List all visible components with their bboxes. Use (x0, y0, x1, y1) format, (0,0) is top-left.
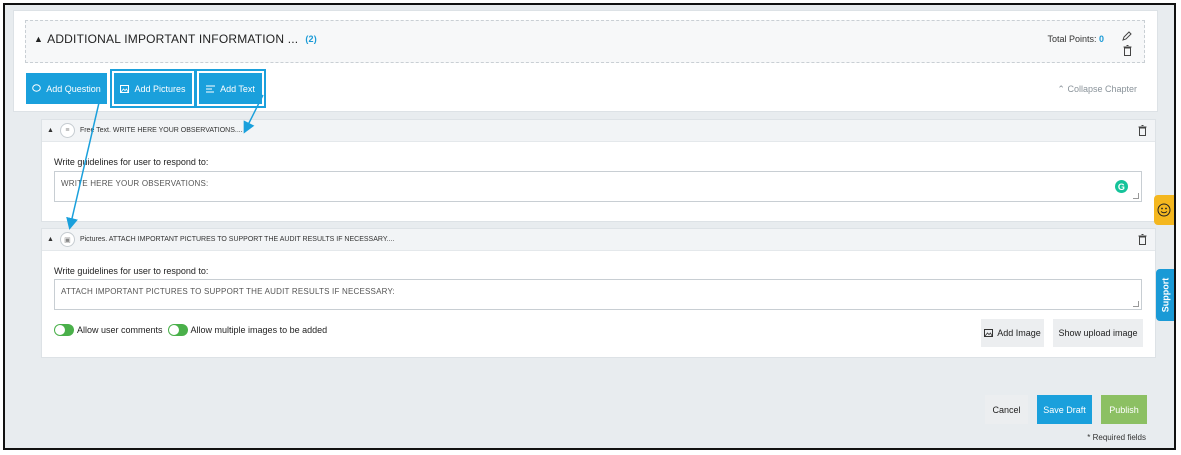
smiley-icon (1157, 203, 1171, 217)
resize-handle-icon[interactable] (1133, 301, 1139, 307)
trash-icon[interactable] (1123, 45, 1132, 56)
pencil-icon[interactable] (1122, 31, 1132, 41)
feedback-tab[interactable] (1154, 195, 1174, 225)
speech-bubble-icon (32, 84, 42, 92)
chevron-up-icon[interactable]: ▲ (47, 127, 54, 134)
show-upload-image-button[interactable]: Show upload image (1053, 319, 1143, 347)
question-options: Allow user comments Allow multiple image… (54, 324, 327, 336)
collapse-chapter-label: Collapse Chapter (1067, 84, 1137, 94)
chevron-up-icon[interactable]: ▲ (47, 236, 54, 243)
text-lines-icon (206, 85, 216, 92)
chevron-up-icon: ⌃ (1057, 84, 1065, 94)
trash-icon[interactable] (1138, 234, 1147, 245)
guideline-textarea[interactable]: WRITE HERE YOUR OBSERVATIONS: G (54, 171, 1142, 202)
support-label: Support (1160, 277, 1170, 313)
resize-handle-icon[interactable] (1133, 193, 1139, 199)
picture-type-icon: ▣ (59, 232, 75, 247)
chevron-up-icon[interactable]: ▲ (34, 34, 43, 44)
guideline-value: ATTACH IMPORTANT PICTURES TO SUPPORT THE… (61, 287, 395, 296)
add-question-button[interactable]: Add Question (26, 73, 107, 104)
grammarly-icon[interactable]: G (1115, 180, 1128, 193)
allow-comments-toggle[interactable] (54, 324, 74, 336)
question-card-pictures: ▲ ▣ Pictures. ATTACH IMPORTANT PICTURES … (41, 228, 1156, 358)
guideline-textarea[interactable]: ATTACH IMPORTANT PICTURES TO SUPPORT THE… (54, 279, 1142, 310)
add-question-label: Add Question (46, 83, 101, 94)
total-points: Total Points: 0 (1047, 34, 1104, 44)
chapter-title-text: ADDITIONAL IMPORTANT INFORMATION ... (47, 32, 299, 46)
show-upload-image-label: Show upload image (1058, 328, 1138, 338)
cancel-label: Cancel (992, 404, 1021, 415)
guideline-value: WRITE HERE YOUR OBSERVATIONS: (61, 179, 209, 188)
question-header-text: Pictures. ATTACH IMPORTANT PICTURES TO S… (79, 236, 395, 243)
total-points-value: 0 (1098, 34, 1104, 44)
collapse-chapter-link[interactable]: ⌃ Collapse Chapter (1057, 84, 1137, 95)
trash-icon[interactable] (1138, 125, 1147, 136)
question-card-free-text: ▲ ≡ Free Text. WRITE HERE YOUR OBSERVATI… (41, 119, 1156, 222)
allow-multiple-label: Allow multiple images to be added (190, 325, 328, 335)
add-text-label: Add Text (220, 83, 255, 94)
allow-multiple-toggle[interactable] (167, 324, 188, 336)
image-icon (120, 84, 130, 93)
add-pictures-label: Add Pictures (134, 83, 186, 94)
question-header[interactable]: ▲ ▣ Pictures. ATTACH IMPORTANT PICTURES … (42, 229, 1155, 251)
save-draft-label: Save Draft (1043, 404, 1086, 415)
question-header-text: Free Text. WRITE HERE YOUR OBSERVATIONS.… (79, 127, 243, 134)
save-draft-button[interactable]: Save Draft (1037, 395, 1092, 424)
required-fields-note: * Required fields (1087, 433, 1146, 442)
app-frame: ▲ ADDITIONAL IMPORTANT INFORMATION ... (… (3, 3, 1176, 450)
publish-label: Publish (1109, 404, 1139, 415)
chapter-header[interactable]: ▲ ADDITIONAL IMPORTANT INFORMATION ... (… (25, 20, 1145, 63)
allow-comments-label: Allow user comments (77, 325, 163, 335)
chapter-title[interactable]: ▲ ADDITIONAL IMPORTANT INFORMATION ... (… (34, 32, 317, 46)
chapter-card: ▲ ADDITIONAL IMPORTANT INFORMATION ... (… (13, 10, 1158, 112)
support-tab[interactable]: Support (1156, 269, 1174, 321)
question-count: (2) (305, 34, 317, 44)
publish-button[interactable]: Publish (1101, 395, 1147, 424)
total-points-label: Total Points: (1047, 34, 1097, 44)
text-type-icon: ≡ (59, 123, 75, 138)
cancel-button[interactable]: Cancel (985, 395, 1028, 424)
question-header[interactable]: ▲ ≡ Free Text. WRITE HERE YOUR OBSERVATI… (42, 120, 1155, 142)
guideline-label: Write guidelines for user to respond to: (54, 266, 209, 276)
add-pictures-button[interactable]: Add Pictures (110, 69, 196, 108)
add-image-label: Add Image (997, 328, 1041, 338)
add-text-button[interactable]: Add Text (195, 69, 266, 108)
image-icon (984, 329, 994, 337)
add-image-button[interactable]: Add Image (981, 319, 1044, 347)
guideline-label: Write guidelines for user to respond to: (54, 157, 209, 167)
